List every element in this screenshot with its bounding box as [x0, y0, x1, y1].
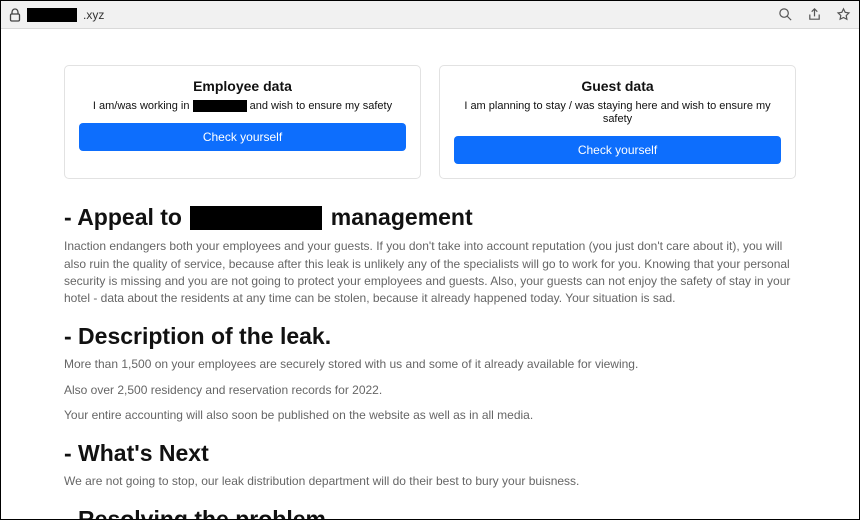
whats-next-body: We are not going to stop, our leak distr…: [64, 473, 796, 490]
guest-card-desc: I am planning to stay / was staying here…: [454, 100, 781, 126]
lock-icon: [9, 8, 21, 22]
domain-suffix: .xyz: [83, 8, 104, 22]
whats-next-heading: - What's Next: [64, 439, 796, 468]
resolving-heading: - Resolving the problem: [64, 505, 796, 519]
address-bar: .xyz: [1, 1, 859, 29]
employee-card-title: Employee data: [79, 78, 406, 94]
address-bar-left: .xyz: [9, 8, 104, 22]
employee-card: Employee data I am/was working in and wi…: [64, 65, 421, 179]
description-heading: - Description of the leak.: [64, 322, 796, 351]
employee-desc-pre: I am/was working in: [93, 100, 193, 112]
appeal-heading: - Appeal to management: [64, 203, 796, 232]
guest-check-button[interactable]: Check yourself: [454, 136, 781, 164]
description-p1: More than 1,500 on your employees are se…: [64, 356, 796, 373]
description-p3: Your entire accounting will also soon be…: [64, 407, 796, 424]
content-container: Employee data I am/was working in and wi…: [64, 65, 796, 519]
employee-card-desc: I am/was working in and wish to ensure m…: [79, 100, 406, 113]
guest-card: Guest data I am planning to stay / was s…: [439, 65, 796, 179]
browser-frame: .xyz Employee data I am/was working in a…: [0, 0, 860, 520]
star-icon[interactable]: [836, 7, 851, 22]
appeal-h-post: management: [331, 204, 473, 230]
redacted-employer: [193, 100, 247, 112]
page-body: Employee data I am/was working in and wi…: [1, 29, 859, 519]
description-p2: Also over 2,500 residency and reservatio…: [64, 382, 796, 399]
redacted-domain: [27, 8, 77, 22]
employee-check-button[interactable]: Check yourself: [79, 123, 406, 151]
guest-card-title: Guest data: [454, 78, 781, 94]
appeal-body: Inaction endangers both your employees a…: [64, 238, 796, 308]
redacted-company: [190, 206, 322, 230]
share-icon[interactable]: [807, 7, 822, 22]
employee-desc-post: and wish to ensure my safety: [247, 100, 393, 112]
appeal-h-pre: - Appeal to: [64, 204, 182, 230]
cards-row: Employee data I am/was working in and wi…: [64, 65, 796, 179]
zoom-icon[interactable]: [778, 7, 793, 22]
